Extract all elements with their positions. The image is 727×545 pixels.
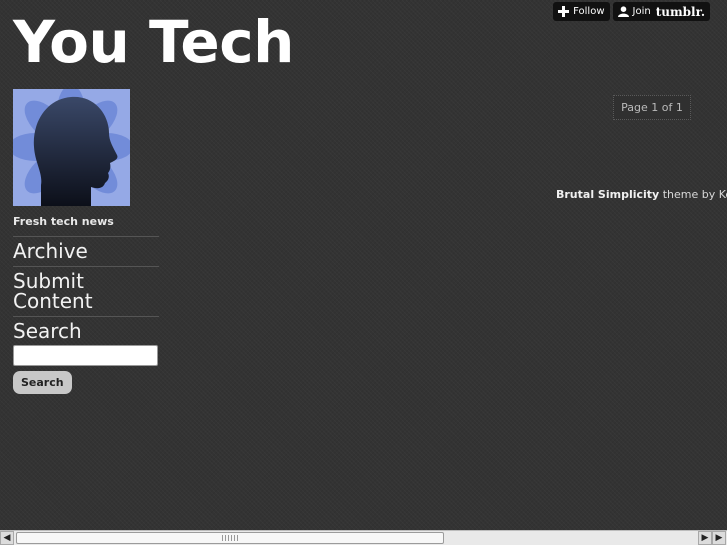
scroll-left-button[interactable]: ◀ — [0, 531, 14, 545]
search-heading: Search — [13, 319, 82, 343]
horizontal-scrollbar[interactable]: ◀ ▶ ▶ — [0, 530, 727, 545]
theme-name-link[interactable]: Brutal Simplicity — [556, 188, 659, 201]
follow-button[interactable]: Follow — [553, 2, 610, 21]
avatar-silhouette-image — [13, 89, 130, 206]
tumblr-logo: tumblr. — [655, 4, 705, 19]
person-icon — [617, 6, 629, 17]
submit-content-link[interactable]: Submit Content — [13, 267, 159, 317]
join-tumblr-button[interactable]: Join tumblr. — [612, 2, 710, 21]
pagination-label: Page 1 of 1 — [621, 101, 683, 114]
search-input[interactable] — [13, 345, 158, 366]
scroll-right-button-2[interactable]: ▶ — [712, 531, 726, 545]
blog-description: Fresh tech news — [13, 213, 159, 237]
arrow-left-icon: ◀ — [3, 533, 11, 543]
plus-icon — [558, 6, 570, 17]
search-button[interactable]: Search — [13, 371, 72, 394]
theme-credit-text: theme by Kevi — [662, 188, 727, 201]
pagination: Page 1 of 1 — [613, 95, 691, 120]
site-title[interactable]: You Tech — [13, 6, 294, 78]
follow-label: Follow — [573, 6, 605, 17]
grip-icon — [222, 535, 238, 541]
avatar[interactable] — [13, 89, 130, 206]
archive-link[interactable]: Archive — [13, 237, 159, 267]
join-label: Join — [632, 6, 651, 17]
sidebar: Fresh tech news Archive Submit Content S… — [13, 213, 159, 394]
arrow-right-icon: ▶ — [715, 533, 723, 543]
scrollbar-thumb[interactable] — [16, 532, 444, 544]
theme-credits: Brutal Simplicity theme by Kevi — [556, 188, 727, 201]
arrow-right-icon: ▶ — [701, 533, 709, 543]
scroll-right-button[interactable]: ▶ — [698, 531, 712, 545]
tumblr-controls: Follow Join tumblr. — [553, 2, 710, 21]
